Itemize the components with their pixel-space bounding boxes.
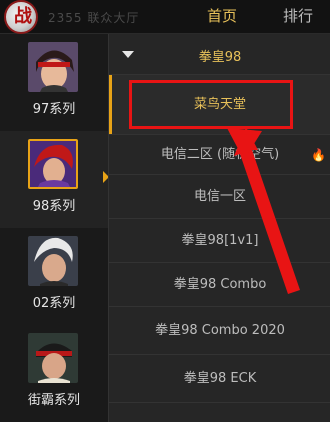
annotation-arrow <box>227 127 300 294</box>
